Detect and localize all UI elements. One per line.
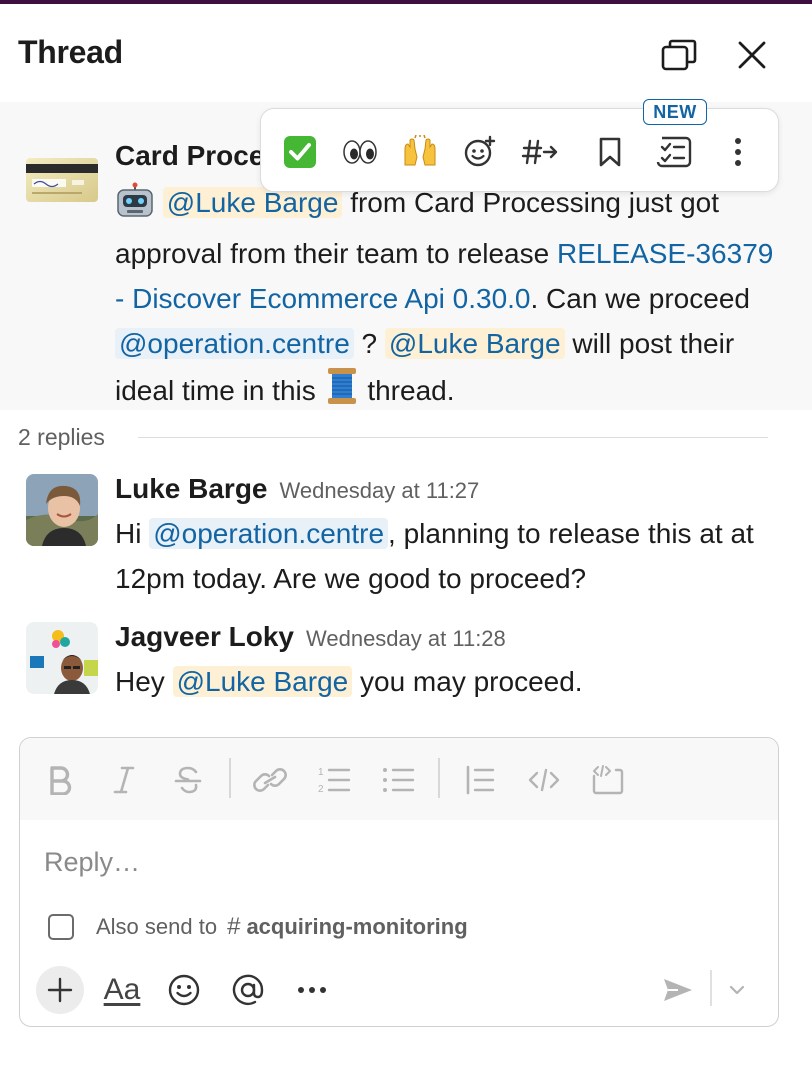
close-thread-button[interactable] [730,34,774,76]
reply-message[interactable]: Luke Barge Wednesday at 11:27 Hi @operati… [0,473,812,604]
bookmark-icon [599,137,621,167]
react-raised-hands-button[interactable] [397,129,443,175]
link-button[interactable] [248,758,292,802]
save-for-later-button[interactable] [587,129,633,175]
create-list-icon [656,136,692,168]
mention-button[interactable] [226,966,270,1014]
parent-message-text: @Luke Barge from Card Processing just go… [115,180,775,419]
add-reaction-icon [464,135,496,167]
code-button[interactable] [522,758,566,802]
reply-text: Hey @Luke Barge you may proceed. [115,659,775,704]
parent-sender-name[interactable]: Card Proce [115,140,264,172]
forward-to-channel-icon [521,139,558,165]
code-block-icon [592,765,624,795]
code-icon [528,768,560,792]
code-block-button[interactable] [586,758,630,802]
message-text-segment: thread. [359,375,455,406]
more-actions-button[interactable] [715,129,761,175]
react-white-check-mark-button[interactable] [277,129,323,175]
message-text-segment: ? [353,328,385,359]
bold-icon [50,766,72,795]
add-reaction-button[interactable] [457,129,503,175]
italic-icon [113,766,135,794]
reply-author-name[interactable]: Luke Barge Wednesday at 11:27 [115,473,479,505]
card-processing-avatar[interactable] [26,154,98,206]
schedule-send-dropdown[interactable] [720,966,754,1014]
divider-line [138,437,768,438]
reply-timestamp[interactable]: Wednesday at 11:27 [280,478,480,503]
send-separator [710,970,712,1006]
blockquote-icon [466,765,495,795]
reply-author[interactable]: Luke Barge [115,473,268,504]
reply-author-name[interactable]: Jagveer Loky Wednesday at 11:28 [115,621,506,653]
ordered-list-button[interactable]: 1 2 [312,758,356,802]
more-actions-icon [735,138,741,166]
chevron-down-icon [729,985,745,995]
mention-operation-centre[interactable]: @operation.centre [115,328,354,359]
at-sign-icon [232,974,264,1006]
bulleted-list-button[interactable] [376,758,420,802]
svg-text:1: 1 [318,767,324,778]
create-list-button[interactable] [651,129,697,175]
ellipsis-icon [298,987,326,993]
more-composer-actions-button[interactable] [290,966,334,1014]
also-send-label: Also send to [96,914,218,939]
strikethrough-icon [174,766,202,794]
send-button[interactable] [656,966,700,1014]
mention-luke-barge[interactable]: @Luke Barge [384,328,565,359]
formatting-toolbar: 1 2 [20,738,778,820]
svg-text:2: 2 [318,784,324,795]
jagveer-loky-avatar[interactable] [26,622,98,694]
replies-count: 2 replies [18,424,105,450]
mention-luke-barge[interactable]: @Luke Barge [172,666,353,697]
message-text-segment: Hi [115,518,150,549]
white-check-mark-emoji [284,136,316,168]
raised-hands-emoji [404,135,436,166]
reply-timestamp[interactable]: Wednesday at 11:28 [306,626,506,651]
luke-barge-avatar[interactable] [26,474,98,546]
message-text-segment: you may proceed. [352,666,583,697]
new-badge: NEW [643,99,707,125]
link-icon [253,768,287,792]
italic-button[interactable] [102,758,146,802]
message-actions-toolbar: NEW [260,99,779,192]
channel-name: acquiring-monitoring [246,914,468,939]
also-send-checkbox[interactable] [48,914,74,940]
bulleted-list-icon [383,768,415,792]
message-text-segment: Hey [115,666,173,697]
mention-operation-centre[interactable]: @operation.centre [149,518,389,549]
toolbar-separator [438,758,440,798]
popout-icon [661,39,697,71]
bold-button[interactable] [38,758,82,802]
close-icon [738,41,766,69]
blockquote-button[interactable] [458,758,502,802]
eyes-emoji [343,140,377,164]
channel-hash-icon: # [227,913,241,940]
reply-message[interactable]: Jagveer Loky Wednesday at 11:28 Hey @Luke… [0,621,812,712]
reply-composer: 1 2 Reply… Also send to # acquiring-moni… [19,737,779,1027]
react-eyes-button[interactable] [337,129,383,175]
attach-button[interactable] [36,966,84,1014]
plus-icon [47,977,73,1003]
message-text-segment: . Can we proceed [530,283,750,314]
reply-text: Hi @operation.centre, planning to releas… [115,511,775,601]
ordered-list-icon: 1 2 [318,767,351,795]
open-in-new-window-button[interactable] [658,34,700,76]
also-send-to-channel-row: Also send to # acquiring-monitoring [48,910,468,944]
reply-author[interactable]: Jagveer Loky [115,621,294,652]
reply-input[interactable] [44,842,744,882]
send-icon [664,979,692,1001]
toolbar-separator [229,758,231,798]
composer-actions-bar: Aa [20,960,778,1020]
emoji-button[interactable] [162,966,206,1014]
robot-face-icon [115,182,155,231]
thread-title: Thread [18,34,123,70]
emoji-icon [168,974,200,1006]
replies-divider: 2 replies [0,410,812,464]
forward-to-channel-button[interactable] [517,129,563,175]
strikethrough-button[interactable] [166,758,210,802]
formatting-toggle-button[interactable]: Aa [100,966,144,1014]
thread-header: Thread [0,4,812,102]
